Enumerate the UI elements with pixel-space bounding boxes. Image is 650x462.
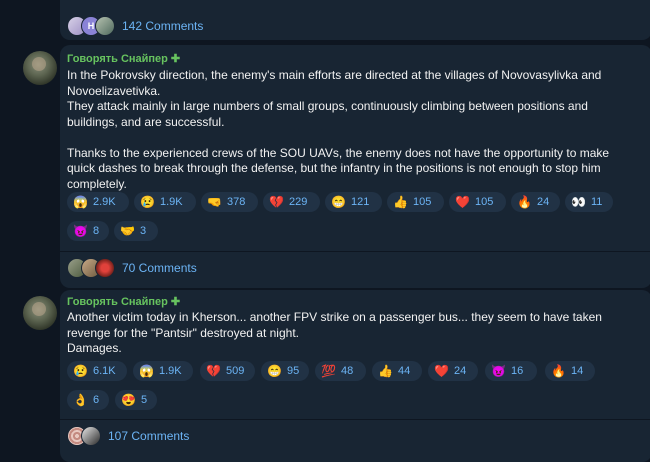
reaction-count: 2.9K [92, 196, 116, 208]
commenter-avatar [81, 426, 101, 446]
reaction-emoji: 😱 [73, 195, 88, 209]
reaction-chip[interactable]: 💯 48 [315, 361, 366, 381]
reaction-count: 1.9K [159, 196, 183, 208]
reaction-chip[interactable]: 😢 6.1K [67, 361, 127, 381]
reaction-count: 16 [510, 365, 524, 377]
comments-count[interactable]: 70 Comments [122, 261, 197, 275]
reaction-count: 378 [226, 196, 246, 208]
reaction-count: 14 [570, 365, 584, 377]
post-text: Another victim today in Kherson... anoth… [67, 310, 602, 355]
reaction-chip[interactable]: 😈 8 [67, 221, 109, 241]
reaction-count: 24 [453, 365, 467, 377]
reaction-emoji: 😈 [491, 364, 506, 378]
commenter-avatars [67, 258, 115, 278]
reaction-chip[interactable]: 🔥 14 [545, 361, 595, 381]
reaction-count: 5 [140, 394, 148, 406]
reaction-emoji: ❤️ [455, 195, 470, 209]
reaction-chip[interactable]: 😍 5 [115, 390, 157, 410]
reaction-count: 8 [92, 225, 100, 237]
post-author[interactable]: Говорять Снайпер ✚ [67, 52, 180, 65]
reaction-emoji: 👍 [378, 364, 393, 378]
reaction-emoji: 😁 [331, 195, 346, 209]
post-comments-link[interactable]: 70 Comments [67, 258, 197, 278]
reaction-chip[interactable]: 🤝 3 [114, 221, 158, 241]
post-comments-link[interactable]: 107 Comments [67, 426, 189, 446]
reaction-count: 229 [288, 196, 308, 208]
reaction-count: 105 [412, 196, 432, 208]
reaction-emoji: 😢 [140, 195, 155, 209]
post-text: In the Pokrovsky direction, the enemy's … [67, 68, 610, 191]
commenter-avatar [95, 16, 115, 36]
comments-count[interactable]: 107 Comments [108, 429, 189, 443]
author-name[interactable]: Говорять Снайпер [67, 53, 168, 65]
reaction-emoji: 💯 [321, 364, 336, 378]
reaction-count: 11 [590, 196, 603, 208]
reaction-emoji: 🤝 [120, 224, 135, 238]
commenter-avatars: H [67, 16, 115, 36]
reaction-count: 44 [397, 365, 411, 377]
reaction-chip[interactable]: 😱 2.9K [67, 192, 129, 212]
reaction-emoji: 😍 [121, 393, 136, 407]
prev-post-comments-link[interactable]: H 142 Comments [67, 16, 203, 36]
reactions-bar: 😢 6.1K 😱 1.9K 💔 509 😁 95 💯 48 👍 44 ❤️ 24 😈 16 🔥 1… [67, 361, 647, 411]
reaction-emoji: 💔 [206, 364, 221, 378]
reaction-count: 509 [225, 365, 245, 377]
reaction-chip[interactable]: ❤️ 105 [449, 192, 506, 212]
reaction-emoji: 😈 [73, 224, 88, 238]
reaction-count: 3 [139, 225, 147, 237]
reaction-emoji: 😁 [267, 364, 282, 378]
reaction-count: 6.1K [92, 365, 116, 377]
reaction-count: 105 [474, 196, 494, 208]
reaction-chip[interactable]: 🔥 24 [511, 192, 560, 212]
comments-count[interactable]: 142 Comments [122, 19, 203, 33]
channel-avatar[interactable] [23, 51, 57, 85]
reaction-count: 48 [340, 365, 354, 377]
reaction-chip[interactable]: 😱 1.9K [133, 361, 193, 381]
reaction-chip[interactable]: 😈 16 [485, 361, 537, 381]
reaction-emoji: 🤜 [207, 195, 222, 209]
reaction-emoji: 🔥 [517, 195, 532, 209]
reaction-chip[interactable]: ❤️ 24 [428, 361, 478, 381]
channel-avatar[interactable] [23, 296, 57, 330]
author-name[interactable]: Говорять Снайпер [67, 296, 168, 308]
reaction-count: 6 [92, 394, 100, 406]
reaction-count: 24 [536, 196, 550, 208]
reaction-chip[interactable]: 👍 105 [387, 192, 444, 212]
avatar-letter: H [87, 21, 95, 31]
reaction-emoji: 🔥 [551, 364, 566, 378]
post-author[interactable]: Говорять Снайпер ✚ [67, 295, 180, 308]
comments-divider [60, 251, 650, 252]
reaction-count: 1.9K [158, 365, 182, 377]
commenter-avatars [67, 426, 101, 446]
reaction-emoji: 👀 [571, 195, 586, 209]
commenter-avatar [95, 258, 115, 278]
reaction-chip[interactable]: 👀 11 [565, 192, 613, 212]
reaction-emoji: 💔 [269, 195, 284, 209]
reaction-count: 121 [350, 196, 370, 208]
reaction-emoji: 😢 [73, 364, 88, 378]
reaction-emoji: 👍 [393, 195, 408, 209]
author-badge-icon: ✚ [170, 296, 181, 308]
reaction-chip[interactable]: 🤜 378 [201, 192, 258, 212]
reactions-bar: 😱 2.9K 😢 1.9K 🤜 378 💔 229 😁 121 👍 105 ❤️ 105 🔥 2… [67, 192, 647, 242]
author-badge-icon: ✚ [170, 53, 181, 65]
reaction-emoji: 😱 [139, 364, 154, 378]
reaction-chip[interactable]: 😢 1.9K [134, 192, 196, 212]
reaction-emoji: 👌 [73, 393, 88, 407]
reaction-chip[interactable]: 💔 509 [200, 361, 255, 381]
reaction-chip[interactable]: 💔 229 [263, 192, 320, 212]
reaction-emoji: ❤️ [434, 364, 449, 378]
reaction-chip[interactable]: 👌 6 [67, 390, 109, 410]
reaction-count: 95 [286, 365, 300, 377]
reaction-chip[interactable]: 👍 44 [372, 361, 422, 381]
reaction-chip[interactable]: 😁 121 [325, 192, 382, 212]
reaction-chip[interactable]: 😁 95 [261, 361, 309, 381]
comments-divider [60, 419, 650, 420]
